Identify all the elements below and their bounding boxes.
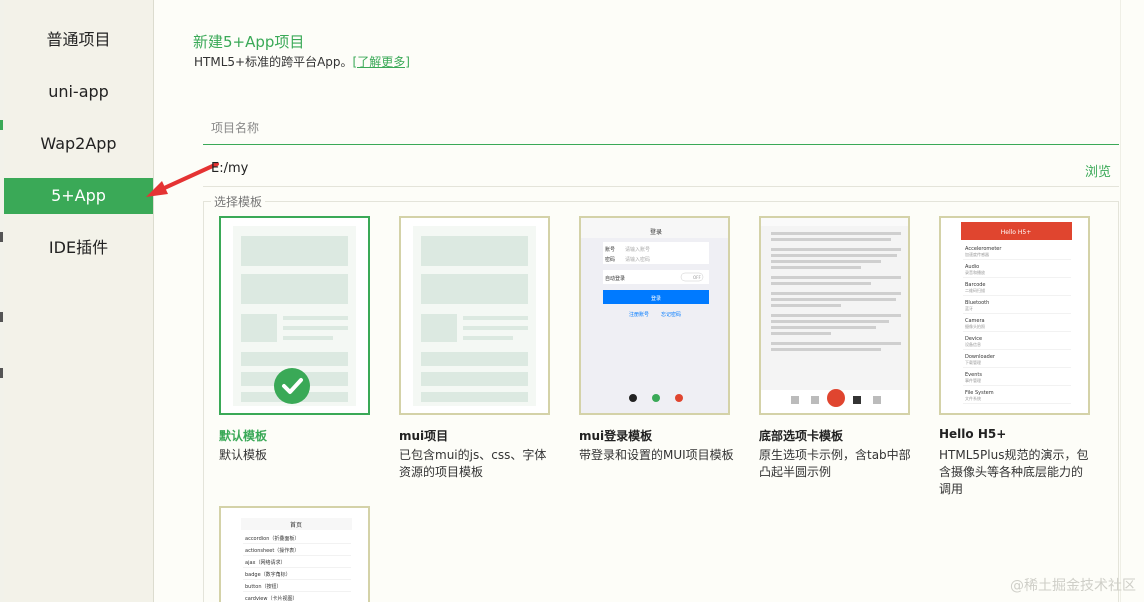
template-preview-mui-login: 登录 账号 请输入账号 密码 请输入密码 自动登录 OFF 登录 注册账号 忘记…	[581, 218, 728, 413]
login-preview-account-ph: 请输入账号	[625, 246, 650, 253]
hello-preview-row-divider	[963, 367, 1071, 368]
template-preview-list: 首页 accordion（折叠面板） actionsheet（操作表） ajax（网…	[221, 508, 368, 602]
project-name-input[interactable]	[203, 112, 1119, 145]
selected-check-icon	[274, 368, 310, 404]
list-preview-row: ajax（网络请求）	[245, 559, 285, 566]
template-card-mui-login[interactable]: 登录 账号 请输入账号 密码 请输入密码 自动登录 OFF 登录 注册账号 忘记…	[579, 216, 730, 415]
project-path-value[interactable]: E:/my	[211, 161, 248, 176]
template-card-default[interactable]	[219, 216, 370, 415]
hello-preview-row-sub: 下载管理	[965, 359, 981, 365]
subtitle-text: HTML5+标准的跨平台App。	[194, 55, 353, 69]
hello-preview-row-divider	[963, 349, 1071, 350]
template-card-mui[interactable]	[399, 216, 550, 415]
watermark: @稀土掘金技术社区	[1010, 578, 1136, 594]
template-preview-mui	[413, 226, 536, 406]
list-preview-divider	[243, 543, 351, 544]
template-name-default[interactable]: 默认模板	[219, 427, 267, 444]
browse-button[interactable]: 浏览	[1085, 161, 1111, 180]
sidebar-item-normal-project[interactable]: 普通项目	[4, 22, 153, 58]
template-preview-tabbar	[761, 218, 908, 413]
hello-preview-row-sub: 文件系统	[965, 395, 981, 401]
learn-more-link[interactable]: [了解更多]	[353, 55, 410, 69]
sidebar-item-5plus-app[interactable]: 5+App	[4, 178, 153, 214]
hello-preview-row-divider	[963, 295, 1071, 296]
page-subtitle: HTML5+标准的跨平台App。[了解更多]	[194, 53, 410, 70]
login-preview-account: 账号	[605, 246, 615, 253]
hello-preview-row-sub: 设备信息	[965, 341, 981, 347]
template-card-hello-h5[interactable]: Hello H5+ Accelerometer 加速度传感器 Audio 录音和播放 B…	[939, 216, 1090, 415]
login-preview-toggle: OFF	[693, 275, 701, 280]
template-name-mui[interactable]: mui项目	[399, 427, 448, 444]
sidebar-item-ide-plugin[interactable]: IDE插件	[4, 230, 153, 266]
login-preview-auto: 自动登录	[605, 275, 625, 282]
hello-preview-row-sub: 蓝牙	[965, 305, 973, 311]
hello-preview-row-sub: 事件管理	[965, 377, 981, 383]
template-group-legend: 选择模板	[211, 193, 266, 210]
hello-preview-row-divider	[963, 259, 1071, 260]
list-preview-divider	[243, 591, 351, 592]
template-desc-hello-h5: HTML5Plus规范的演示，包含摄像头等各种底层能力的调用	[939, 448, 1089, 496]
list-preview-row: actionsheet（操作表）	[245, 547, 299, 554]
hello-preview-row-divider	[963, 313, 1071, 314]
template-name-tabbar[interactable]: 底部选项卡模板	[759, 427, 843, 444]
login-preview-title: 登录	[650, 228, 662, 236]
list-preview-divider	[243, 579, 351, 580]
template-preview-hello-h5: Hello H5+ Accelerometer加速度传感器Audio录音和播放B…	[941, 218, 1088, 413]
hello-preview-row-sub: 加速度传感器	[965, 251, 989, 257]
login-preview-register: 注册账号	[629, 311, 649, 318]
main-content: 新建5+App项目 HTML5+标准的跨平台App。[了解更多] E:/my 浏…	[155, 0, 1144, 602]
window-edge	[1120, 0, 1144, 602]
list-preview-row: accordion（折叠面板）	[245, 535, 299, 542]
list-preview-divider	[243, 567, 351, 568]
hello-preview-row-divider	[963, 331, 1071, 332]
sidebar-item-wap2app[interactable]: Wap2App	[4, 126, 153, 162]
list-preview-row: button（按钮）	[245, 583, 282, 590]
page-title: 新建5+App项目	[193, 33, 305, 51]
sidebar: 普通项目 uni-app Wap2App 5+App IDE插件	[4, 0, 154, 602]
template-card-list[interactable]: 首页 accordion（折叠面板） actionsheet（操作表） ajax（网…	[219, 506, 370, 602]
template-card-tabbar[interactable]	[759, 216, 910, 415]
login-preview-password-ph: 请输入密码	[625, 256, 650, 263]
list-preview-row: badge（数字角标）	[245, 571, 291, 578]
list-preview-row: cardview（卡片视图）	[245, 595, 297, 602]
sidebar-item-uni-app[interactable]: uni-app	[4, 74, 153, 110]
list-preview-title: 首页	[290, 521, 302, 529]
hello-preview-row-sub: 二维码扫描	[965, 287, 985, 293]
project-path-field[interactable]: E:/my 浏览	[203, 154, 1119, 187]
hello-preview-row-divider	[963, 403, 1071, 404]
login-preview-forgot: 忘记密码	[661, 311, 681, 318]
template-desc-default: 默认模板	[219, 448, 268, 462]
login-preview-password: 密码	[605, 256, 615, 263]
hello-preview-row-divider	[963, 277, 1071, 278]
hello-preview-row-divider	[963, 385, 1071, 386]
hello-preview-row-sub: 摄像头拍照	[965, 323, 985, 329]
template-desc-mui-login: 带登录和设置的MUI项目模板	[579, 448, 734, 462]
login-preview-button: 登录	[651, 295, 661, 302]
template-desc-mui: 已包含mui的js、css、字体资源的项目模板	[399, 448, 547, 479]
template-name-mui-login[interactable]: mui登录模板	[579, 427, 652, 444]
hello-preview-title: Hello H5+	[1001, 229, 1031, 236]
hello-preview-row-sub: 录音和播放	[965, 269, 985, 275]
list-preview-divider	[243, 555, 351, 556]
template-name-hello-h5[interactable]: Hello H5+	[939, 427, 1006, 441]
template-desc-tabbar: 原生选项卡示例，含tab中部凸起半圆示例	[759, 448, 911, 479]
